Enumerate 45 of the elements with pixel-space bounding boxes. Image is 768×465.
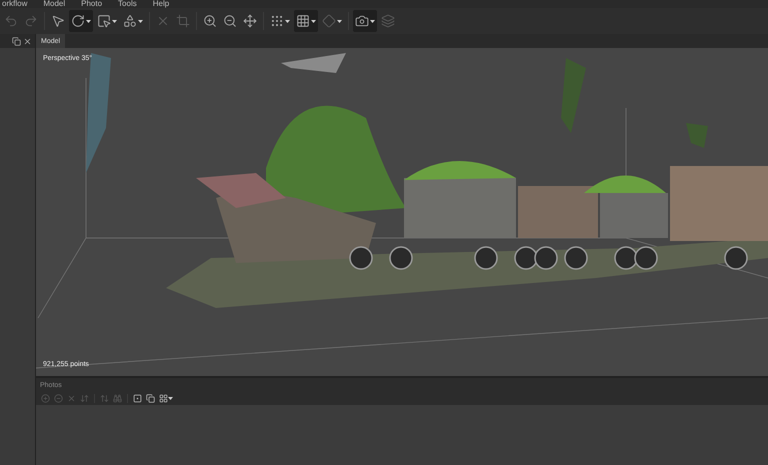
sort-down-icon (80, 394, 89, 403)
undo-icon (4, 14, 18, 28)
minus-circle-icon (54, 394, 63, 403)
caret-icon (311, 20, 316, 22)
overlapping-squares-button[interactable] (145, 394, 156, 403)
caret-icon (86, 20, 91, 22)
menu-item[interactable]: Help (152, 0, 170, 8)
menu-item[interactable]: orkflow (2, 0, 28, 8)
shapes-icon (123, 14, 137, 28)
grid-icon (296, 14, 310, 28)
menu-item[interactable]: Tools (118, 0, 137, 8)
layers-icon (381, 14, 395, 28)
redo-icon (24, 14, 38, 28)
camera-button[interactable] (353, 10, 377, 32)
crop-icon (176, 14, 190, 28)
caret-icon (285, 20, 290, 22)
zoom-in-icon (203, 14, 217, 28)
camera-icon (355, 14, 369, 28)
overlapping-squares-icon (146, 394, 155, 403)
binoculars-icon (113, 394, 122, 403)
grid-button[interactable] (294, 10, 318, 32)
restore-icon[interactable] (12, 36, 21, 46)
close-icon (156, 14, 170, 28)
caret-icon (138, 20, 143, 22)
grid-icon (159, 394, 168, 403)
caret-icon (112, 20, 117, 22)
move-icon (243, 14, 257, 28)
caret-icon (337, 20, 342, 22)
sort-up-icon (100, 394, 109, 403)
square-dot-button[interactable] (132, 394, 143, 403)
close-icon[interactable] (23, 36, 32, 46)
pointer-icon (51, 14, 65, 28)
grid-button[interactable] (158, 394, 174, 403)
zoom-out-icon (223, 14, 237, 28)
close-icon (67, 394, 76, 403)
rectangle-select-icon (97, 14, 111, 28)
plus-circle-icon (41, 394, 50, 403)
rotate-arrow-icon (71, 14, 85, 28)
caret-icon (168, 397, 173, 400)
menu-item[interactable]: Model (43, 0, 66, 8)
caret-icon (370, 20, 375, 22)
menu-item[interactable]: Photo (81, 0, 102, 8)
diamond-icon (322, 14, 336, 28)
dots-icon (270, 14, 284, 28)
rotate-arrow-button[interactable] (69, 10, 93, 32)
